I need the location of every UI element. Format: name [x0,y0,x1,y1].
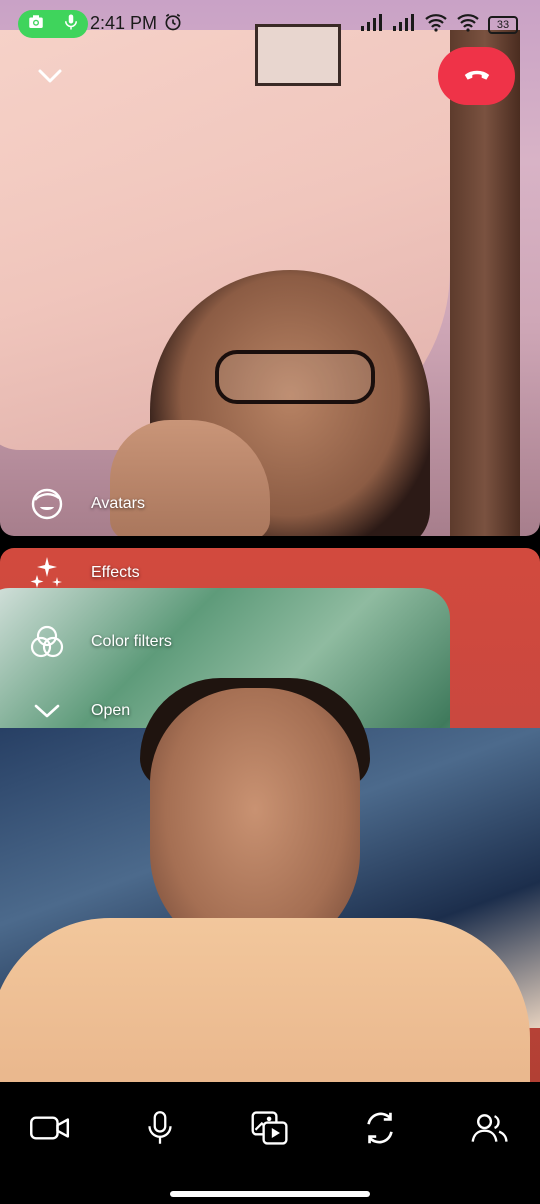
chevron-down-icon [35,61,65,96]
chevron-down-icon [28,692,66,730]
wifi-icon [424,12,448,37]
share-media-button[interactable] [240,1104,300,1156]
signal-icon [360,12,384,37]
minimize-call-button[interactable] [30,60,70,96]
status-bar: 2:41 PM 33 [0,0,540,46]
camera-icon [27,13,45,36]
privacy-indicator-pill[interactable] [18,10,88,38]
bed-post [450,30,520,536]
media-share-icon [250,1109,290,1152]
microphone-icon [146,1110,174,1151]
video-camera-icon [29,1113,71,1148]
effects-label: Effects [91,564,140,581]
color-filters-icon [28,623,66,661]
avatar-icon [28,485,66,523]
open-label: Open [91,702,131,719]
avatars-button[interactable]: Avatars [28,484,145,524]
alarm-icon [163,12,183,32]
self-view-video[interactable] [0,548,540,1082]
participants-icon [470,1111,510,1150]
end-call-button[interactable] [438,47,515,105]
microphone-icon [62,13,80,36]
call-controls-toolbar [0,1082,540,1204]
video-toggle-button[interactable] [20,1104,80,1156]
hang-up-icon [462,64,492,89]
clock: 2:41 PM [90,13,158,33]
sparkles-icon [28,554,66,592]
participants-button[interactable] [460,1104,520,1156]
color-filters-label: Color filters [91,633,172,650]
switch-camera-button[interactable] [350,1104,410,1156]
battery-icon: 33 [488,15,518,34]
glasses [215,350,375,404]
signal-2-icon [392,12,416,37]
switch-camera-icon [361,1109,399,1152]
color-filters-button[interactable]: Color filters [28,622,172,662]
wifi-2-icon [456,12,480,37]
shirt [0,918,530,1082]
avatars-label: Avatars [91,495,145,512]
mute-button[interactable] [130,1104,190,1156]
home-indicator[interactable] [170,1191,370,1197]
open-button[interactable]: Open [28,691,130,731]
effects-button[interactable]: Effects [28,553,140,593]
